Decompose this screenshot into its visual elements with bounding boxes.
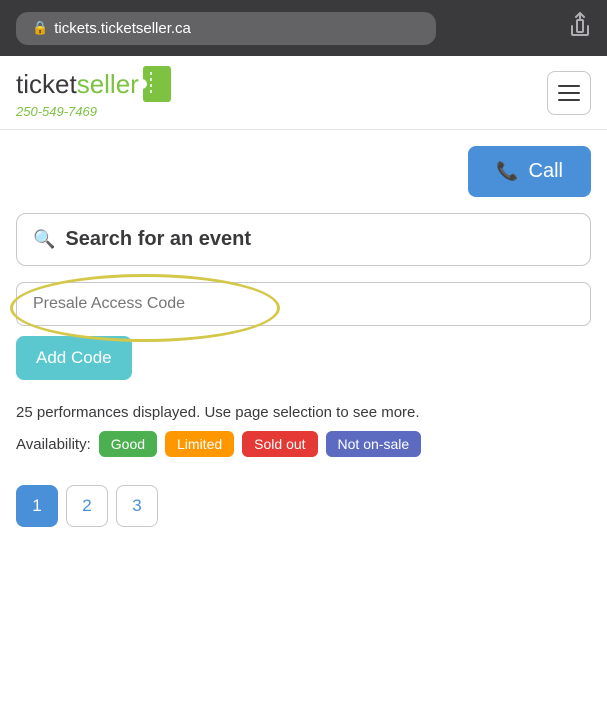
info-section: 25 performances displayed. Use page sele… (0, 392, 607, 465)
presale-section: Add Code (0, 278, 607, 392)
call-section: 📞 Call (0, 130, 607, 205)
availability-label: Availability: (16, 436, 91, 453)
menu-button[interactable] (547, 71, 591, 115)
search-section: 🔍 Search for an event (0, 205, 607, 278)
add-code-button[interactable]: Add Code (16, 336, 132, 380)
lock-icon: 🔒 (32, 20, 48, 36)
presale-access-code-input[interactable] (16, 282, 591, 326)
search-label: Search for an event (65, 228, 251, 251)
share-icon[interactable] (569, 12, 591, 45)
hamburger-line-3 (558, 99, 580, 101)
site-content: ticket seller 250-549-7469 📞 Call (0, 56, 607, 720)
url-bar[interactable]: 🔒 tickets.ticketseller.ca (16, 12, 436, 45)
phone-icon: 📞 (496, 161, 518, 182)
call-button[interactable]: 📞 Call (468, 146, 591, 197)
site-header: ticket seller 250-549-7469 (0, 56, 607, 130)
logo-area: ticket seller 250-549-7469 (16, 66, 171, 119)
logo-seller-text: seller (77, 69, 139, 100)
logo-ticket-text: ticket (16, 69, 77, 100)
url-text: tickets.ticketseller.ca (54, 20, 191, 37)
page-button-2[interactable]: 2 (66, 485, 108, 527)
search-icon: 🔍 (33, 229, 55, 250)
badge-soldout: Sold out (242, 431, 317, 457)
performances-text: 25 performances displayed. Use page sele… (16, 404, 591, 421)
page-button-3[interactable]: 3 (116, 485, 158, 527)
add-code-label: Add Code (36, 348, 112, 367)
call-button-label: Call (529, 160, 563, 183)
browser-bar: 🔒 tickets.ticketseller.ca (0, 0, 607, 56)
hamburger-line-1 (558, 85, 580, 87)
badge-limited: Limited (165, 431, 234, 457)
page-button-1[interactable]: 1 (16, 485, 58, 527)
presale-input-wrap (16, 282, 591, 326)
logo-stub-icon (143, 66, 171, 102)
logo-phone: 250-549-7469 (16, 104, 171, 119)
search-bar[interactable]: 🔍 Search for an event (16, 213, 591, 266)
badge-good: Good (99, 431, 157, 457)
badge-not-onsale: Not on-sale (326, 431, 422, 457)
availability-row: Availability: Good Limited Sold out Not … (16, 431, 591, 457)
hamburger-line-2 (558, 92, 580, 94)
pagination-section: 1 2 3 (0, 465, 607, 547)
logo-text: ticket seller (16, 66, 171, 102)
